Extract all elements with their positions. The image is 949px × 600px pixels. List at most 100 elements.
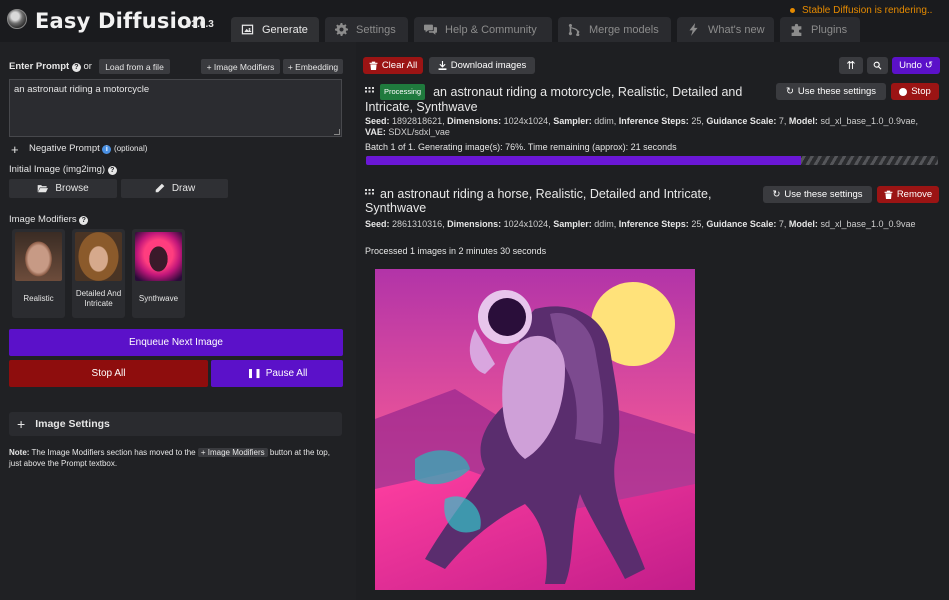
negative-prompt-row[interactable]: Negative Prompt i (optional) bbox=[29, 143, 147, 154]
meta-label: Seed: bbox=[365, 116, 390, 126]
grip-icon[interactable] bbox=[365, 87, 374, 96]
bolt-icon bbox=[689, 23, 698, 36]
help-icon[interactable]: ? bbox=[71, 63, 81, 72]
use-these-settings-button[interactable]: ↻ Use these settings bbox=[763, 186, 872, 203]
stop-task-button[interactable]: Stop bbox=[891, 83, 939, 100]
browse-label: Browse bbox=[55, 183, 89, 194]
folder-open-icon bbox=[38, 185, 49, 193]
clear-all-button[interactable]: Clear All bbox=[363, 57, 423, 74]
meta-label: Model: bbox=[788, 219, 818, 229]
app-header: Easy Diffusion v3.0.3 Generate Settings … bbox=[0, 0, 949, 42]
tab-label: What's new bbox=[708, 23, 765, 36]
help-icon[interactable]: ? bbox=[79, 216, 89, 225]
comments-icon bbox=[424, 24, 437, 35]
tab-plugins[interactable]: Plugins bbox=[780, 17, 860, 42]
render-status: Stable Diffusion is rendering.. bbox=[802, 5, 933, 16]
right-panel: Clear All Download images ⇈ Undo ↺ Proce… bbox=[356, 42, 949, 600]
meta-label: Sampler: bbox=[553, 219, 592, 229]
prompt-textarea[interactable]: an astronaut riding a motorcycle bbox=[9, 79, 342, 137]
resize-handle[interactable] bbox=[334, 129, 340, 135]
enqueue-next-image-button[interactable]: Enqueue Next Image bbox=[9, 329, 343, 356]
dimensions-value: 1024x1024 bbox=[503, 116, 549, 126]
inference-steps-value: 25 bbox=[691, 116, 702, 126]
search-icon bbox=[873, 61, 882, 70]
help-icon[interactable]: ? bbox=[107, 166, 117, 175]
redo-icon: ↻ bbox=[772, 189, 781, 200]
task-metadata: Seed: 2861310316, Dimensions: 1024x1024,… bbox=[365, 219, 916, 229]
browse-button[interactable]: Browse bbox=[9, 179, 117, 198]
remove-label: Remove bbox=[896, 189, 933, 200]
generated-image[interactable] bbox=[375, 269, 695, 590]
tab-merge-models[interactable]: Merge models bbox=[558, 17, 671, 42]
status-indicator-icon bbox=[790, 8, 795, 13]
draw-button[interactable]: Draw bbox=[121, 179, 228, 198]
embedding-button[interactable]: + Embedding bbox=[283, 59, 343, 74]
pause-all-button[interactable]: ❚❚ Pause All bbox=[211, 360, 343, 387]
plus-icon[interactable]: + bbox=[11, 142, 19, 157]
image-modifiers-label: Image Modifiers bbox=[9, 214, 77, 225]
image-settings-toggle[interactable]: + Image Settings bbox=[9, 412, 342, 436]
astronaut-horse-artwork bbox=[375, 269, 695, 590]
pause-icon: ❚❚ bbox=[246, 368, 262, 378]
modifier-card-detailed-and-intricate[interactable]: Detailed And Intricate bbox=[72, 229, 125, 318]
sampler-value: ddim bbox=[594, 219, 614, 229]
modifiers-moved-note: Note: The Image Modifiers section has mo… bbox=[9, 447, 344, 469]
meta-label: Seed: bbox=[365, 219, 390, 229]
progress-fill bbox=[366, 156, 801, 165]
progress-text: Batch 1 of 1. Generating image(s): 76%. … bbox=[365, 142, 677, 152]
prompt-text: an astronaut riding a motorcycle bbox=[14, 84, 150, 95]
meta-label: Model: bbox=[788, 116, 818, 126]
download-images-button[interactable]: Download images bbox=[429, 57, 535, 74]
gear-icon bbox=[335, 23, 348, 36]
modifier-name: Realistic bbox=[23, 294, 54, 303]
vae-value: SDXL/sdxl_vae bbox=[388, 127, 450, 137]
tab-label: Generate bbox=[262, 23, 308, 36]
tab-label: Merge models bbox=[589, 23, 659, 36]
tab-label: Settings bbox=[356, 23, 396, 36]
zoom-button[interactable] bbox=[867, 57, 888, 74]
use-these-settings-button[interactable]: ↻ Use these settings bbox=[776, 83, 886, 100]
meta-label: Inference Steps: bbox=[618, 219, 689, 229]
meta-label: Sampler: bbox=[553, 116, 592, 126]
note-chip: + Image Modifiers bbox=[197, 448, 268, 457]
use-settings-label: Use these settings bbox=[784, 189, 863, 200]
undo-label: Undo bbox=[899, 60, 922, 71]
guidance-scale-value: 7 bbox=[778, 116, 784, 126]
modifier-card-synthwave[interactable]: Synthwave bbox=[132, 229, 185, 318]
meta-label: VAE: bbox=[365, 127, 386, 137]
remove-task-button[interactable]: Remove bbox=[877, 186, 939, 203]
collapse-all-button[interactable]: ⇈ bbox=[839, 57, 863, 74]
model-value: sd_xl_base_1.0_0.9vae bbox=[820, 116, 916, 126]
modifier-card-realistic[interactable]: Realistic bbox=[12, 229, 65, 318]
collapse-icon: ⇈ bbox=[846, 60, 856, 72]
app-version: v3.0.3 bbox=[186, 19, 214, 30]
stop-all-button[interactable]: Stop All bbox=[9, 360, 208, 387]
tab-settings[interactable]: Settings bbox=[325, 17, 408, 42]
code-merge-icon bbox=[568, 23, 580, 36]
load-from-file-button[interactable]: Load from a file bbox=[99, 59, 170, 74]
image-modifiers-row: Image Modifiers ? bbox=[9, 214, 89, 225]
meta-label: Dimensions: bbox=[447, 116, 502, 126]
initial-image-row: Initial Image (img2img) ? bbox=[9, 164, 117, 175]
info-icon: i bbox=[102, 145, 112, 154]
stop-label: Stop bbox=[911, 86, 931, 97]
undo-button[interactable]: Undo ↺ bbox=[892, 57, 940, 74]
modifier-thumbnail bbox=[135, 232, 182, 281]
trash-icon bbox=[369, 61, 378, 70]
task-prompt-title: Processing an astronaut riding a motorcyc… bbox=[365, 84, 775, 114]
clear-all-label: Clear All bbox=[381, 60, 418, 71]
app-title: Easy Diffusion bbox=[35, 9, 207, 33]
draw-label: Draw bbox=[171, 183, 196, 194]
tab-whats-new[interactable]: What's new bbox=[677, 17, 774, 42]
task-prompt-title: an astronaut riding a horse, Realistic, … bbox=[365, 187, 765, 215]
tab-generate[interactable]: Generate bbox=[231, 17, 319, 42]
image-settings-label: Image Settings bbox=[35, 418, 110, 430]
grip-icon[interactable] bbox=[365, 189, 374, 198]
tab-help-community[interactable]: Help & Community bbox=[414, 17, 552, 42]
download-icon bbox=[438, 61, 447, 70]
image-modifiers-button[interactable]: + Image Modifiers bbox=[201, 59, 280, 74]
modifier-name: Synthwave bbox=[138, 294, 179, 303]
left-panel: Enter Prompt ? or Load from a file + Ima… bbox=[0, 42, 352, 600]
prompt-label: Enter Prompt bbox=[9, 61, 70, 72]
task-metadata: Seed: 1892818621, Dimensions: 1024x1024,… bbox=[365, 116, 919, 137]
